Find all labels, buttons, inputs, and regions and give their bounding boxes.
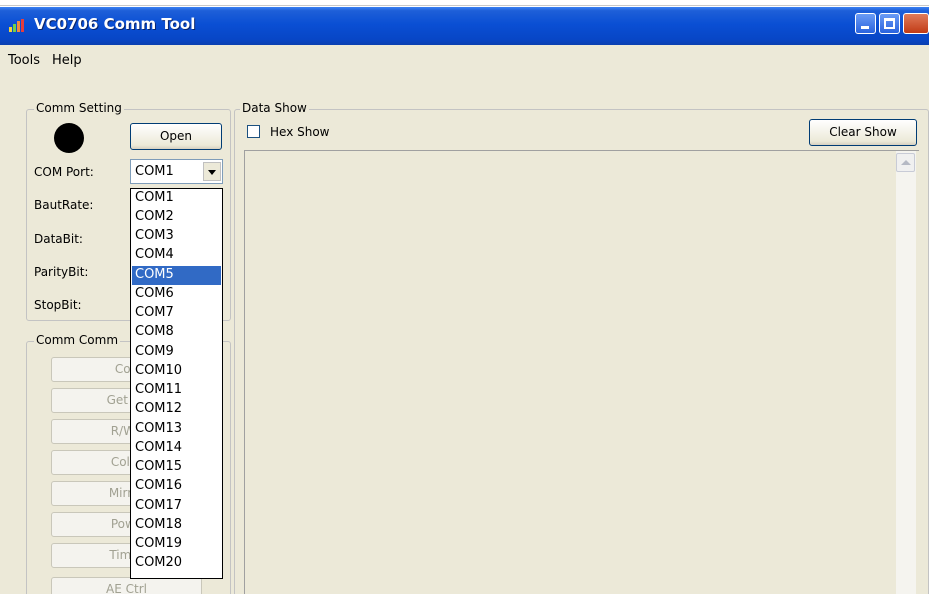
dropdown-option[interactable]: COM10 — [132, 362, 221, 381]
ae-ctrl-button[interactable]: AE Ctrl — [51, 577, 202, 594]
dropdown-option[interactable]: COM17 — [132, 497, 221, 516]
desktop-strip — [0, 0, 929, 7]
dropdown-option[interactable]: COM11 — [132, 381, 221, 400]
minimize-icon — [861, 26, 869, 29]
dropdown-option[interactable]: COM16 — [132, 477, 221, 496]
dropdown-option-highlighted[interactable]: COM5 — [132, 266, 221, 285]
dropdown-option[interactable]: COM4 — [132, 246, 221, 265]
open-button[interactable]: Open — [130, 123, 222, 150]
maximize-button[interactable] — [879, 13, 900, 34]
paritybit-label: ParityBit: — [34, 265, 89, 279]
minimize-button[interactable] — [855, 13, 876, 34]
data-show-title: Data Show — [240, 101, 309, 115]
dropdown-option[interactable]: COM8 — [132, 323, 221, 342]
dropdown-option[interactable]: COM15 — [132, 458, 221, 477]
dropdown-option[interactable]: COM20 — [132, 554, 221, 573]
data-output-area[interactable] — [244, 150, 919, 594]
com-port-label: COM Port: — [34, 165, 94, 179]
vertical-scrollbar[interactable] — [896, 151, 916, 594]
maximize-icon — [884, 18, 895, 29]
dropdown-option[interactable]: COM14 — [132, 439, 221, 458]
databit-label: DataBit: — [34, 232, 83, 246]
scroll-up-arrow-icon[interactable] — [896, 153, 915, 172]
app-window: VC0706 Comm Tool Tools Help Comm Setting… — [0, 0, 929, 594]
dropdown-option[interactable]: COM6 — [132, 285, 221, 304]
status-led — [54, 123, 84, 153]
comm-setting-title: Comm Setting — [34, 101, 124, 115]
hex-show-checkbox[interactable] — [247, 125, 260, 138]
dropdown-option[interactable]: COM9 — [132, 343, 221, 362]
comm-command-title: Comm Comm — [34, 333, 121, 347]
com-port-dropdown[interactable]: COM1 COM2 COM3 COM4 COM5 COM6 COM7 COM8 … — [130, 188, 223, 579]
dropdown-option[interactable]: COM18 — [132, 516, 221, 535]
dropdown-option[interactable]: COM2 — [132, 208, 221, 227]
dropdown-option[interactable]: COM12 — [132, 400, 221, 419]
com-port-select[interactable]: COM1 — [130, 159, 223, 184]
dropdown-option[interactable]: COM19 — [132, 535, 221, 554]
dropdown-arrow-icon[interactable] — [203, 162, 221, 181]
app-icon — [9, 19, 24, 32]
dropdown-option[interactable]: COM7 — [132, 304, 221, 323]
dropdown-option[interactable]: COM3 — [132, 227, 221, 246]
baudrate-label: BautRate: — [34, 198, 94, 212]
dropdown-option[interactable]: COM1 — [132, 189, 221, 208]
clear-show-button[interactable]: Clear Show — [809, 119, 917, 146]
menu-help[interactable]: Help — [52, 53, 82, 68]
dropdown-option[interactable]: COM13 — [132, 420, 221, 439]
window-title: VC0706 Comm Tool — [34, 15, 196, 33]
stopbit-label: StopBit: — [34, 298, 82, 312]
menu-bar — [0, 45, 929, 75]
com-port-value: COM1 — [135, 164, 174, 179]
close-button[interactable] — [903, 13, 929, 34]
menu-tools[interactable]: Tools — [8, 53, 40, 68]
hex-show-label: Hex Show — [270, 125, 330, 139]
